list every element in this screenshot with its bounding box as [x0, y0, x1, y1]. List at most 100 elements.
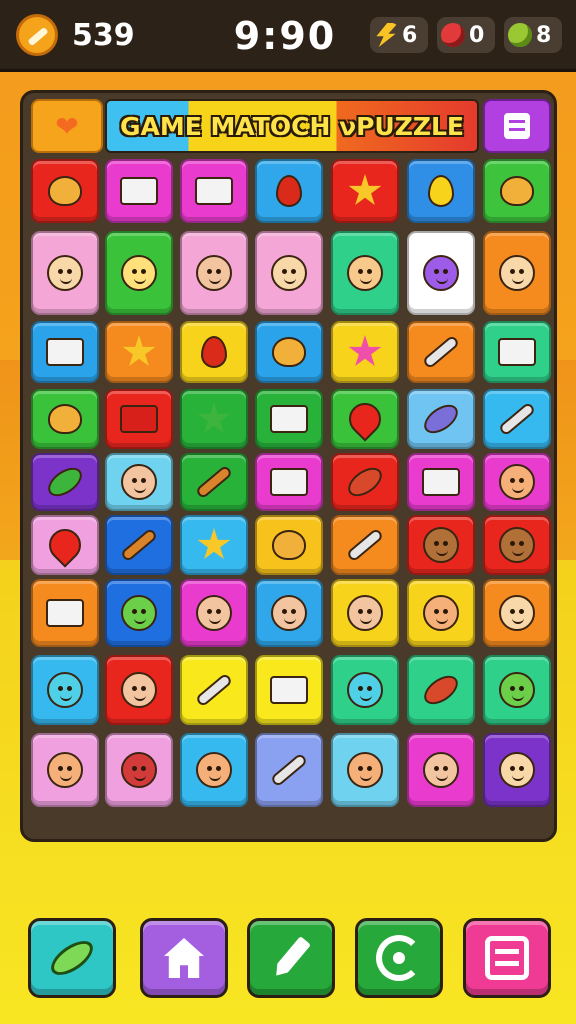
refresh-icon: [376, 935, 422, 981]
pen-icon: [271, 936, 311, 980]
game-tile[interactable]: [483, 159, 551, 223]
game-tile[interactable]: [407, 453, 475, 511]
game-tile[interactable]: [331, 159, 399, 223]
brush-icon: [497, 401, 537, 437]
alien-icon: [47, 672, 83, 708]
game-tile[interactable]: [180, 159, 248, 223]
list-icon: [485, 936, 529, 980]
game-tile[interactable]: [31, 453, 99, 511]
game-tile[interactable]: [331, 655, 399, 725]
game-tile[interactable]: [180, 515, 248, 575]
refresh-button[interactable]: [355, 918, 443, 998]
home-icon: [164, 938, 204, 978]
game-tile[interactable]: [331, 389, 399, 449]
game-tile[interactable]: [31, 733, 99, 807]
smiley-icon: [499, 464, 535, 500]
game-tile[interactable]: [483, 733, 551, 807]
game-tile[interactable]: [31, 389, 99, 449]
game-tile[interactable]: [105, 655, 173, 725]
game-tile[interactable]: [255, 733, 323, 807]
home-button[interactable]: [140, 918, 228, 998]
game-tile[interactable]: [483, 389, 551, 449]
blob-count: 8: [536, 22, 552, 48]
game-tile[interactable]: [331, 733, 399, 807]
game-tile[interactable]: [180, 655, 248, 725]
game-tile[interactable]: [407, 515, 475, 575]
clown-icon: [347, 255, 383, 291]
blob-counter: 8: [504, 17, 562, 53]
game-tile[interactable]: [105, 389, 173, 449]
timer: 9:90: [233, 14, 337, 58]
game-tile[interactable]: [483, 579, 551, 647]
game-tile[interactable]: [407, 159, 475, 223]
coin-count: 539: [72, 18, 135, 53]
game-tile[interactable]: [483, 321, 551, 383]
man-face-icon: [121, 672, 157, 708]
game-tile[interactable]: [180, 231, 248, 315]
game-tile[interactable]: [331, 453, 399, 511]
puzzle-piece-icon: [272, 530, 306, 560]
game-tile[interactable]: [255, 655, 323, 725]
game-tile[interactable]: [105, 159, 173, 223]
game-tile[interactable]: [105, 515, 173, 575]
game-tile[interactable]: [407, 733, 475, 807]
picture-icon: [46, 338, 84, 366]
game-tile[interactable]: [331, 231, 399, 315]
game-tile[interactable]: [180, 453, 248, 511]
monitor-icon: [195, 177, 233, 205]
game-tile[interactable]: [407, 655, 475, 725]
game-tile[interactable]: [31, 655, 99, 725]
game-tile[interactable]: [180, 733, 248, 807]
game-tile[interactable]: [255, 159, 323, 223]
document-icon: [120, 177, 158, 205]
game-tile[interactable]: [180, 389, 248, 449]
leaf-icon: [45, 934, 99, 982]
pen-button[interactable]: [247, 918, 335, 998]
game-tile[interactable]: [331, 515, 399, 575]
game-tile[interactable]: [483, 515, 551, 575]
game-tile[interactable]: [483, 453, 551, 511]
game-tile[interactable]: [255, 389, 323, 449]
game-tile[interactable]: [255, 579, 323, 647]
girl-icon: [271, 255, 307, 291]
game-tile[interactable]: [105, 733, 173, 807]
game-tile[interactable]: [407, 321, 475, 383]
game-tile[interactable]: [31, 159, 99, 223]
character-icon: [47, 255, 83, 291]
bird-icon: [48, 176, 82, 206]
game-tile[interactable]: [331, 321, 399, 383]
game-tile[interactable]: [255, 231, 323, 315]
wand-icon: [269, 752, 309, 788]
game-tile[interactable]: [105, 453, 173, 511]
game-tile[interactable]: [105, 321, 173, 383]
lightning-counter: 6: [370, 17, 428, 53]
menu-button[interactable]: [463, 918, 551, 998]
game-tile[interactable]: [407, 389, 475, 449]
radio-icon: [270, 676, 308, 704]
game-tile[interactable]: [331, 579, 399, 647]
game-tile[interactable]: [180, 579, 248, 647]
game-tile[interactable]: [255, 321, 323, 383]
game-tile[interactable]: [31, 321, 99, 383]
game-tile[interactable]: [31, 579, 99, 647]
kid-icon: [271, 595, 307, 631]
game-tile[interactable]: [483, 655, 551, 725]
game-tile[interactable]: [105, 231, 173, 315]
game-tile[interactable]: [407, 579, 475, 647]
leaf-button[interactable]: [28, 918, 116, 998]
game-tile[interactable]: [31, 231, 99, 315]
game-tile[interactable]: [407, 231, 475, 315]
game-tile[interactable]: [483, 231, 551, 315]
heart-icon: [342, 396, 388, 442]
game-tile[interactable]: [255, 453, 323, 511]
monkey-icon: [499, 527, 535, 563]
game-tile[interactable]: [180, 321, 248, 383]
top-status-bar: 539 9:90 6 0 8: [0, 0, 576, 72]
pink-star-icon: [348, 335, 382, 366]
game-tile[interactable]: [31, 515, 99, 575]
plant-icon: [43, 462, 87, 502]
game-tile[interactable]: [255, 515, 323, 575]
lightning-icon: [376, 23, 398, 47]
game-tile[interactable]: [105, 579, 173, 647]
briefcase-icon: [120, 405, 158, 433]
